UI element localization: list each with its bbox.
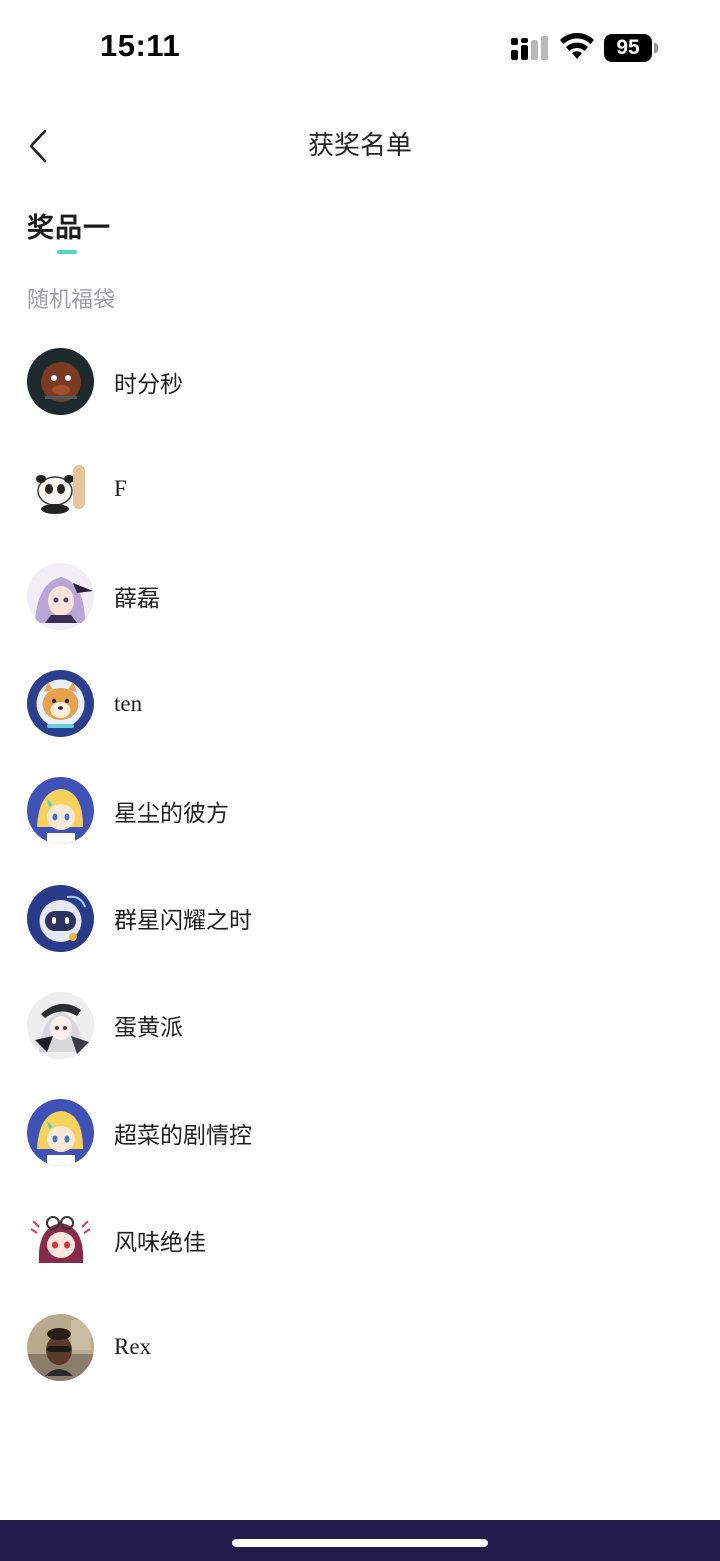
tab-active-indicator [57,250,77,254]
home-indicator[interactable] [232,1539,488,1547]
avatar [27,348,94,416]
list-item[interactable]: 蛋黄派 [0,972,720,1079]
battery-level: 95 [616,36,640,59]
back-button[interactable] [16,124,60,168]
winner-name: 蛋黄派 [114,1015,183,1042]
avatar [27,884,94,952]
winner-name: ten [114,690,143,716]
chevron-left-icon [29,129,47,163]
prize-name: 随机福袋 [27,288,116,313]
avatar [27,562,94,630]
status-time: 15:11 [100,28,181,63]
list-item[interactable]: 时分秒 [0,328,720,435]
winner-name: F [114,475,127,501]
list-item[interactable]: Rex [0,1294,720,1401]
list-item[interactable]: 群星闪耀之时 [0,864,720,971]
avatar [27,1099,94,1167]
winner-name: 风味绝佳 [114,1230,206,1257]
navigation-bar: 获奖名单 [0,110,720,182]
avatar [27,670,94,738]
winner-name: 群星闪耀之时 [114,908,252,935]
tab-prize-one[interactable]: 奖品一 [27,206,111,254]
winner-list: 时分秒 F 薛磊 ten 星尘的彼方 群星闪耀之时 蛋黄派 超菜的剧情控 风味绝… [0,328,720,1401]
winner-name: 薛磊 [114,586,160,613]
signal-icon [511,36,548,60]
avatar [27,455,94,523]
tab-label: 奖品一 [27,213,111,244]
list-item[interactable]: F [0,435,720,542]
status-bar: 15:11 95 [0,0,720,96]
list-item[interactable]: 风味绝佳 [0,1186,720,1293]
winner-name: 超菜的剧情控 [114,1122,252,1149]
avatar [27,1313,94,1381]
home-indicator-bar [0,1520,720,1561]
list-item[interactable]: 超菜的剧情控 [0,1079,720,1186]
battery-icon: 95 [604,34,658,62]
winner-name: 星尘的彼方 [114,800,229,827]
winner-list-page: 15:11 95 获奖名单 奖品一 随机福袋 时分秒 F 薛磊 ten 星尘的彼… [0,0,720,1561]
winner-name: 时分秒 [114,371,183,398]
list-item[interactable]: ten [0,650,720,757]
list-item[interactable]: 星尘的彼方 [0,757,720,864]
list-item[interactable]: 薛磊 [0,543,720,650]
winner-name: Rex [114,1334,152,1360]
avatar [27,991,94,1059]
wifi-icon [560,33,594,59]
avatar [27,777,94,845]
page-title: 获奖名单 [307,131,412,161]
avatar [27,1206,94,1274]
